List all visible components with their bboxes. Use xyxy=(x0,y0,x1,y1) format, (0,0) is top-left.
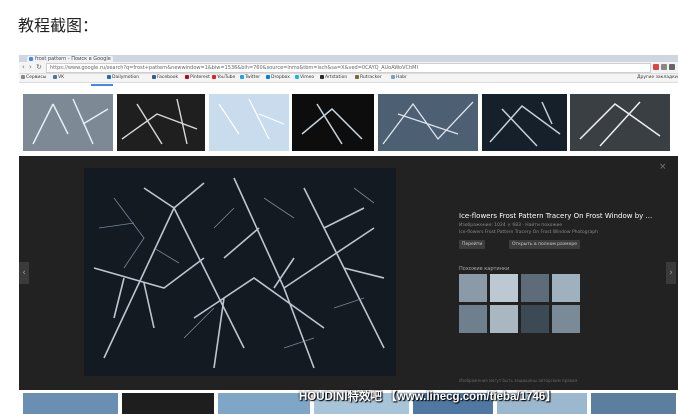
next-arrow-icon[interactable]: › xyxy=(666,262,676,284)
menu-icon[interactable] xyxy=(669,64,675,70)
result-thumbnail[interactable] xyxy=(23,393,118,414)
bookmark-icon xyxy=(21,74,25,79)
image-source[interactable]: Ice-flowers Frost Pattern Tracery On Fro… xyxy=(459,230,598,235)
bookmark-icon xyxy=(240,74,244,79)
bookmark-item[interactable]: Pinterest xyxy=(185,74,210,82)
related-thumbnail[interactable] xyxy=(552,305,580,333)
related-thumbnail[interactable] xyxy=(552,274,580,302)
related-thumbnail[interactable] xyxy=(490,305,518,333)
bookmarks-bar: Сервисы VK Dailymotion Facebook Pinteres… xyxy=(19,74,678,83)
address-bar: ‹ › ↻ https://www.google.ru/search?q=fro… xyxy=(19,62,678,74)
bookmark-item[interactable]: Rutracker xyxy=(355,74,382,82)
back-icon[interactable]: ‹ xyxy=(22,63,25,72)
result-thumbnail[interactable] xyxy=(292,94,374,151)
bookmark-icon xyxy=(53,74,57,79)
related-thumbnail[interactable] xyxy=(521,305,549,333)
bookmark-icon xyxy=(152,74,156,79)
forward-icon[interactable]: › xyxy=(29,63,32,72)
bookmark-icon xyxy=(266,74,270,79)
extension-icon[interactable] xyxy=(653,64,659,70)
copyright-notice: Изображения могут быть защищены авторски… xyxy=(459,378,578,383)
bookmark-item[interactable]: Сервисы xyxy=(21,74,46,82)
tab-favicon-icon xyxy=(29,57,33,61)
bookmark-icon xyxy=(391,74,395,79)
result-thumbnail[interactable] xyxy=(218,393,310,414)
result-thumbnail[interactable] xyxy=(591,393,676,414)
title-bar: frost pattern - Поиск в Google xyxy=(19,55,678,62)
url-field[interactable]: https://www.google.ru/search?q=frost+pat… xyxy=(46,63,651,73)
bookmark-item[interactable]: Vimeo xyxy=(295,74,314,82)
result-thumbnail[interactable] xyxy=(122,393,214,414)
visit-button[interactable]: Перейти xyxy=(459,240,486,249)
bookmark-item[interactable]: Twitter xyxy=(240,74,260,82)
bookmark-item[interactable]: Facebook xyxy=(152,74,178,82)
preview-image[interactable] xyxy=(84,168,396,376)
result-thumbnail[interactable] xyxy=(378,94,478,151)
bookmark-item[interactable]: YouTube xyxy=(212,74,235,82)
caption: 教程截图： xyxy=(18,16,99,35)
close-icon[interactable]: × xyxy=(659,162,667,172)
result-thumbnail[interactable] xyxy=(117,94,205,151)
bookmark-icon xyxy=(185,74,189,79)
related-thumbnail[interactable] xyxy=(459,305,487,333)
bookmark-icon xyxy=(295,74,299,79)
result-thumbnail[interactable] xyxy=(209,94,289,151)
image-title[interactable]: Ice-flowers Frost Pattern Tracery On Fro… xyxy=(459,212,659,220)
result-thumbnail[interactable] xyxy=(570,94,670,151)
bookmark-item[interactable]: Habr xyxy=(391,74,407,82)
bookmark-item[interactable]: Dropbox xyxy=(266,74,290,82)
related-thumbnail[interactable] xyxy=(521,274,549,302)
related-thumbnail[interactable] xyxy=(459,274,487,302)
view-full-size-button[interactable]: Открыть в полном размере xyxy=(509,240,580,249)
result-thumbnail[interactable] xyxy=(482,94,567,151)
bookmark-icon xyxy=(320,74,324,79)
prev-arrow-icon[interactable]: ‹ xyxy=(19,262,29,284)
related-label: Похожие картинки xyxy=(459,266,510,272)
bookmark-item[interactable]: Artstation xyxy=(320,74,347,82)
bookmark-icon xyxy=(212,74,216,79)
reload-icon[interactable]: ↻ xyxy=(36,63,42,72)
image-viewer-panel: × ‹ › Ice-flowers Frost Pattern Tracery xyxy=(19,156,678,390)
other-bookmarks[interactable]: Другие закладки xyxy=(637,74,678,82)
related-thumbnail[interactable] xyxy=(490,274,518,302)
bookmark-icon xyxy=(107,74,111,79)
frost-pattern-image xyxy=(84,168,396,376)
bookmark-icon xyxy=(355,74,359,79)
screenshot: frost pattern - Поиск в Google ‹ › ↻ htt… xyxy=(19,55,678,414)
extension-icon[interactable] xyxy=(661,64,667,70)
bookmark-item[interactable]: Dailymotion xyxy=(107,74,139,82)
bookmark-item[interactable]: VK xyxy=(53,74,64,82)
result-thumbnail[interactable] xyxy=(23,94,113,151)
watermark: HOUDINI特效吧 【www.linecg.com/tieba/1746】 xyxy=(299,391,557,403)
image-size-info: Изображение: 1024 × 683 · Найти похожие xyxy=(459,223,563,228)
loading-indicator xyxy=(91,84,113,86)
